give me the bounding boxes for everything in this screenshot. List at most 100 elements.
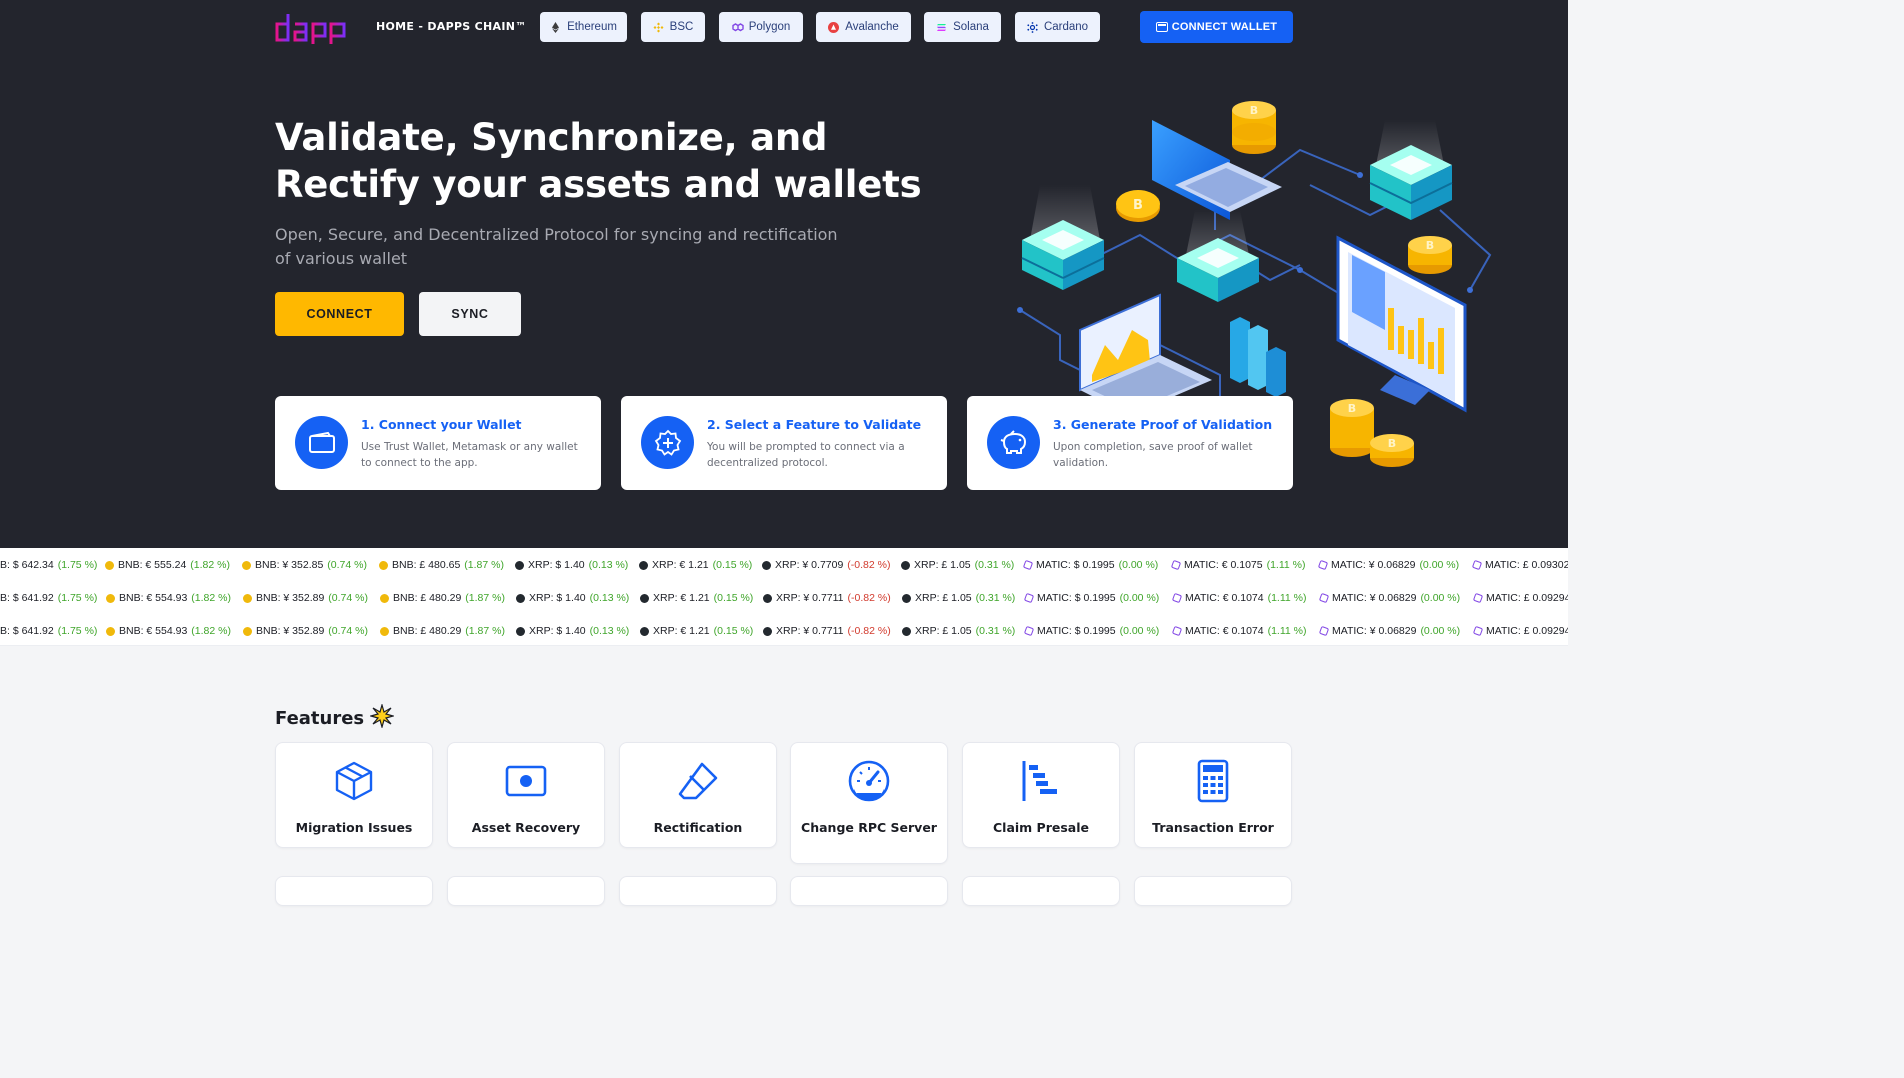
bnb-coin-icon — [379, 560, 388, 570]
feature-label: Migration Issues — [295, 820, 413, 835]
ticker-price: XRP: ¥ 0.7709 — [775, 559, 844, 571]
feature-card-row2[interactable] — [962, 876, 1120, 906]
ticker-item: MATIC: £ 0.09302 — [1471, 559, 1568, 571]
xrp-coin-icon — [762, 560, 771, 570]
dapp-logo[interactable] — [275, 9, 349, 45]
xrp-coin-icon — [902, 593, 911, 603]
ticker-item: MATIC: $ 0.1995 (0.00 %) — [1022, 559, 1158, 571]
nav-home-link[interactable]: HOME - DAPPS CHAIN™ — [376, 20, 527, 33]
calculator-icon — [1197, 759, 1229, 803]
ticker-price: BNB: £ 480.29 — [393, 592, 462, 604]
chain-pill-polygon[interactable]: Polygon — [719, 12, 803, 42]
feature-card-claim-presale[interactable]: Claim Presale — [962, 742, 1120, 848]
dapp-logo-icon — [275, 14, 346, 44]
ticker-change: (1.87 %) — [465, 625, 505, 637]
ticker-price: MATIC: $ 0.1995 — [1037, 625, 1116, 637]
bnb-coin-icon — [106, 593, 115, 603]
chain-pill-solana[interactable]: Solana — [924, 12, 1001, 42]
step-description: You will be prompted to connect via a de… — [707, 441, 905, 469]
ticker-item: BNB: ¥ 352.89 (0.74 %) — [243, 625, 368, 637]
connect-wallet-button[interactable]: CONNECT WALLET — [1140, 11, 1293, 43]
feature-card-row2[interactable] — [790, 876, 948, 906]
ticker-item: MATIC: $ 0.1995 (0.00 %) — [1023, 592, 1159, 604]
feature-card-row2[interactable] — [447, 876, 605, 906]
xrp-coin-icon — [901, 560, 910, 570]
step-card-select-feature[interactable]: 2. Select a Feature to Validate You will… — [621, 396, 947, 490]
xrp-coin-icon — [763, 626, 772, 636]
chain-pill-ethereum[interactable]: Ethereum — [540, 12, 627, 42]
ticker-item: B: $ 641.92 (1.75 %) — [0, 592, 97, 604]
chain-pill-cardano[interactable]: Cardano — [1015, 12, 1100, 42]
ticker-price: MATIC: ¥ 0.06829 — [1332, 592, 1417, 604]
feature-card-row2[interactable] — [619, 876, 777, 906]
chain-pill-bsc[interactable]: BSC — [641, 12, 705, 42]
step-card-connect-wallet[interactable]: 1. Connect your Wallet Use Trust Wallet,… — [275, 396, 601, 490]
connect-button[interactable]: CONNECT — [275, 292, 404, 336]
step-card-generate-proof[interactable]: 3. Generate Proof of Validation Upon com… — [967, 396, 1293, 490]
chain-pill-label: BSC — [669, 21, 694, 33]
ticker-item: BNB: ¥ 352.85 (0.74 %) — [242, 559, 367, 571]
step-description: Upon completion, save proof of wallet va… — [1053, 441, 1253, 469]
bnb-coin-icon — [105, 560, 114, 570]
feature-card-change-rpc-server[interactable]: Change RPC Server — [790, 742, 948, 864]
feature-label: Transaction Error — [1152, 820, 1274, 835]
chain-pill-label: Cardano — [1043, 21, 1089, 33]
camera-record-icon — [505, 765, 547, 797]
ticker-change: (0.00 %) — [1420, 592, 1461, 604]
ticker-item: XRP: £ 1.05 (0.31 %) — [902, 625, 1015, 637]
feature-card-row2[interactable] — [1134, 876, 1292, 906]
bnb-coin-icon — [243, 626, 252, 636]
features-heading: Features — [275, 702, 396, 733]
feature-card-asset-recovery[interactable]: Asset Recovery — [447, 742, 605, 848]
feature-label: Change RPC Server — [801, 820, 937, 835]
ticker-change: (0.15 %) — [713, 625, 754, 637]
ticker-item: BNB: € 554.93 (1.82 %) — [106, 625, 231, 637]
hero-subtitle: Open, Secure, and Decentralized Protocol… — [275, 225, 838, 268]
matic-coin-icon — [1471, 559, 1483, 571]
ticker-change: (1.11 %) — [1267, 592, 1307, 604]
top-navbar: HOME - DAPPS CHAIN™ Ethereum BSC Polygon… — [0, 0, 1568, 54]
matic-coin-icon — [1170, 559, 1182, 571]
ticker-price: BNB: ¥ 352.89 — [256, 625, 325, 637]
ticker-change: (1.75 %) — [57, 559, 98, 571]
ticker-item: XRP: ¥ 0.7709 (-0.82 %) — [762, 559, 890, 571]
ticker-change: (0.15 %) — [712, 559, 753, 571]
ticker-change: (1.87 %) — [465, 592, 505, 604]
ticker-price: MATIC: $ 0.1995 — [1036, 559, 1115, 571]
sync-button[interactable]: SYNC — [419, 292, 521, 336]
matic-coin-icon — [1171, 625, 1183, 637]
add-badge-icon — [641, 416, 694, 469]
step-title: 3. Generate Proof of Validation — [1053, 417, 1273, 432]
ticker-price: BNB: £ 480.29 — [393, 625, 462, 637]
ticker-change: (0.15 %) — [713, 592, 754, 604]
feature-card-rectification[interactable]: Rectification — [619, 742, 777, 848]
matic-coin-icon — [1472, 592, 1484, 604]
ticker-price: BNB: £ 480.65 — [392, 559, 461, 571]
ticker-price: BNB: € 554.93 — [119, 592, 188, 604]
ticker-change: (1.11 %) — [1266, 559, 1306, 571]
ticker-price: XRP: $ 1.40 — [528, 559, 585, 571]
step-title: 1. Connect your Wallet — [361, 417, 522, 432]
matic-coin-icon — [1171, 592, 1183, 604]
svg-text:B: B — [1388, 437, 1396, 450]
ticker-change: (-0.82 %) — [847, 625, 891, 637]
ticker-item: B: $ 642.34 (1.75 %) — [0, 559, 97, 571]
feature-card-row2[interactable] — [275, 876, 433, 906]
xrp-coin-icon — [516, 626, 525, 636]
svg-text:B: B — [1348, 402, 1356, 415]
polygon-icon — [732, 22, 744, 33]
ticker-item: MATIC: € 0.1074 (1.11 %) — [1171, 592, 1307, 604]
ticker-item: BNB: £ 480.29 (1.87 %) — [380, 592, 505, 604]
chain-pill-avalanche[interactable]: Avalanche — [816, 12, 911, 42]
ticker-price: MATIC: € 0.1074 — [1185, 625, 1264, 637]
ticker-price: MATIC: ¥ 0.06829 — [1331, 559, 1416, 571]
matic-coin-icon — [1317, 559, 1329, 571]
svg-text:B: B — [1250, 104, 1258, 117]
hero-section: HOME - DAPPS CHAIN™ Ethereum BSC Polygon… — [0, 0, 1568, 548]
ticker-item: MATIC: £ 0.09294 — [1472, 625, 1568, 637]
cube-icon — [335, 761, 373, 801]
ticker-item: XRP: € 1.21 (0.15 %) — [640, 625, 753, 637]
feature-card-migration-issues[interactable]: Migration Issues — [275, 742, 433, 848]
feature-card-transaction-error[interactable]: Transaction Error — [1134, 742, 1292, 848]
ticker-price: MATIC: £ 0.09294 — [1486, 625, 1568, 637]
